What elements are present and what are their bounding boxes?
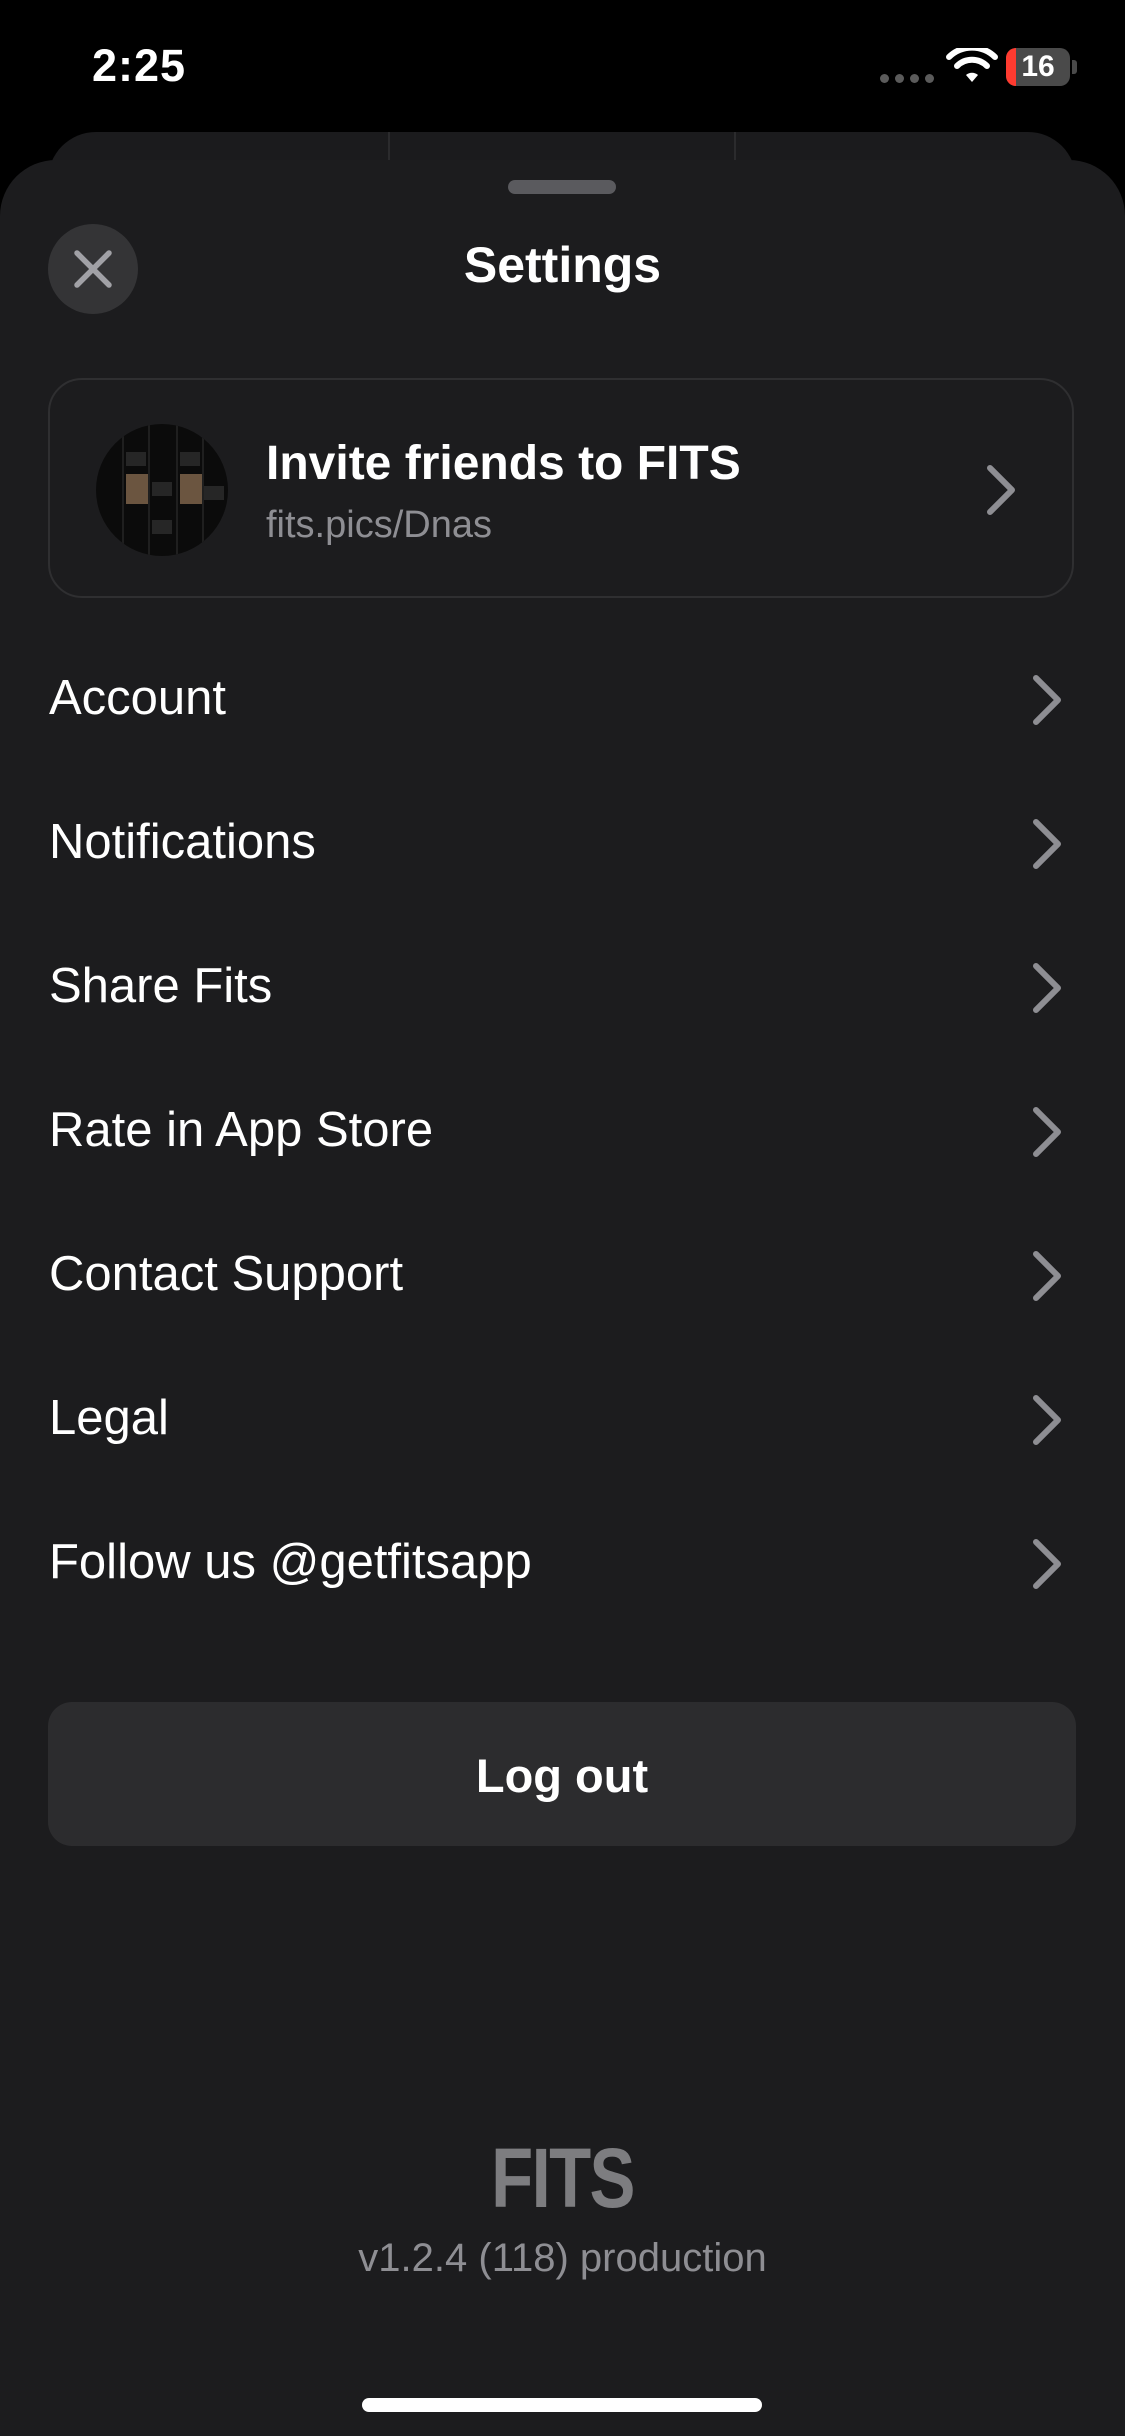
invite-link: fits.pics/Dnas	[266, 504, 492, 546]
menu-item-rate-app[interactable]: Rate in App Store	[0, 1072, 1125, 1192]
version-text: v1.2.4 (118) production	[358, 2236, 767, 2280]
chevron-right-icon	[1033, 819, 1061, 869]
chevron-right-icon	[1033, 675, 1061, 725]
menu-item-follow-us[interactable]: Follow us @getfitsapp	[0, 1504, 1125, 1624]
signal-dots-icon	[880, 74, 934, 84]
sheet-grabber[interactable]	[508, 180, 616, 194]
settings-sheet: Settings Invite friends to FITS fits.pic…	[0, 160, 1125, 2436]
menu-item-notifications[interactable]: Notifications	[0, 784, 1125, 904]
invite-friends-card[interactable]: Invite friends to FITS fits.pics/Dnas	[48, 378, 1074, 598]
logout-button[interactable]: Log out	[48, 1702, 1076, 1846]
chevron-right-icon	[1033, 1539, 1061, 1589]
page-title: Settings	[463, 237, 662, 293]
menu-item-label: Notifications	[49, 815, 316, 869]
invite-avatar	[96, 424, 228, 556]
menu-item-legal[interactable]: Legal	[0, 1360, 1125, 1480]
invite-title: Invite friends to FITS	[266, 437, 741, 490]
chevron-right-icon	[1033, 1395, 1061, 1445]
status-time: 2:25	[92, 40, 187, 91]
menu-item-label: Share Fits	[49, 959, 273, 1013]
menu-item-share-fits[interactable]: Share Fits	[0, 928, 1125, 1048]
menu-item-label: Account	[49, 671, 227, 725]
battery-level: 16	[1021, 50, 1055, 83]
chevron-right-icon	[1033, 1251, 1061, 1301]
wifi-icon	[946, 48, 998, 82]
menu-item-label: Legal	[49, 1391, 169, 1445]
menu-item-label: Contact Support	[49, 1247, 404, 1301]
screen: 2:25 16 Settings Invite friends to FITS …	[0, 0, 1125, 2436]
menu-item-label: Follow us @getfitsapp	[49, 1535, 532, 1589]
battery-icon: 16	[1006, 48, 1077, 86]
home-indicator[interactable]	[362, 2398, 762, 2412]
menu-item-account[interactable]: Account	[0, 640, 1125, 760]
chevron-right-icon	[1033, 963, 1061, 1013]
menu-item-label: Rate in App Store	[49, 1103, 434, 1157]
brand-logo: FITS	[491, 2131, 635, 2225]
menu-item-contact-support[interactable]: Contact Support	[0, 1216, 1125, 1336]
logout-label: Log out	[475, 1749, 649, 1802]
chevron-right-icon	[987, 465, 1015, 515]
chevron-right-icon	[1033, 1107, 1061, 1157]
